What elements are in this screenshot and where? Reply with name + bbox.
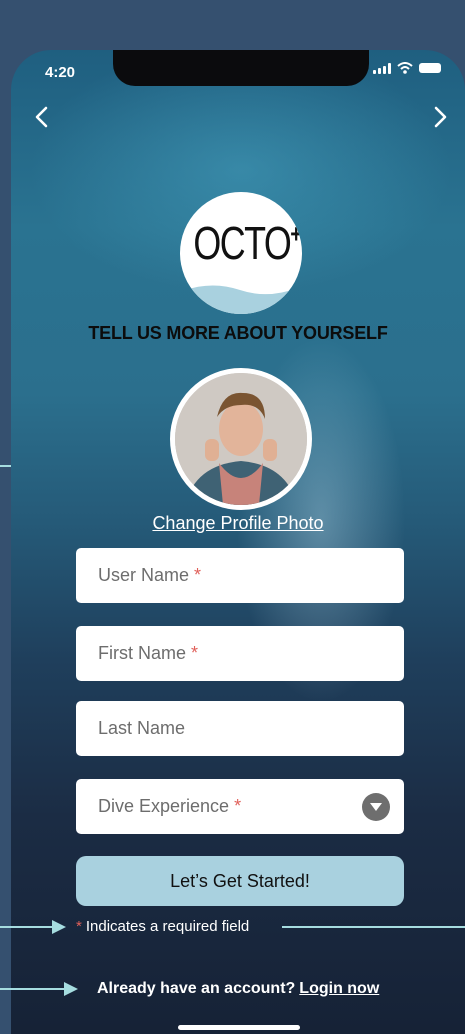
- get-started-button[interactable]: Let’s Get Started!: [76, 856, 404, 906]
- required-note-text: Indicates a required field: [85, 918, 250, 935]
- login-prompt-text: Already have an account?: [97, 980, 296, 997]
- dive-experience-select[interactable]: Dive Experience *: [76, 779, 404, 834]
- login-now-link[interactable]: Login now: [299, 980, 379, 997]
- guide-line-required-right: [282, 926, 465, 928]
- username-field[interactable]: User Name *: [76, 548, 404, 603]
- signal-icon: [373, 62, 391, 74]
- last-name-placeholder: Last Name: [98, 718, 186, 738]
- profile-avatar[interactable]: [170, 368, 312, 510]
- logo-text: OCTO+: [193, 217, 302, 269]
- required-field-note: * Indicates a required field: [76, 918, 249, 935]
- first-name-placeholder: First Name: [98, 643, 187, 663]
- login-prompt: Already have an account? Login now: [97, 980, 379, 998]
- guide-line-login: [0, 988, 66, 990]
- status-time: 4:20: [45, 64, 76, 81]
- change-photo-link[interactable]: Change Profile Photo: [11, 513, 465, 534]
- avatar-image: [175, 373, 307, 505]
- home-indicator: [178, 1025, 300, 1030]
- wifi-icon: [397, 62, 413, 74]
- guide-arrow-required: [52, 920, 66, 934]
- back-icon[interactable]: [31, 105, 55, 129]
- last-name-field[interactable]: Last Name: [76, 701, 404, 756]
- page-heading: TELL US MORE ABOUT YOURSELF: [88, 323, 388, 343]
- required-mark: *: [234, 796, 242, 816]
- first-name-field[interactable]: First Name *: [76, 626, 404, 681]
- dropdown-chevron-icon[interactable]: [362, 793, 390, 821]
- required-mark: *: [194, 565, 202, 585]
- phone-screen: 4:20 OCTO+ TELL US MORE ABOUT YOURSELF C…: [11, 50, 465, 1034]
- octo-logo: OCTO+: [180, 192, 302, 314]
- required-mark: *: [191, 643, 199, 663]
- forward-icon[interactable]: [427, 105, 451, 129]
- username-placeholder: User Name: [98, 565, 190, 585]
- notch: [113, 50, 369, 86]
- guide-line-required-left: [0, 926, 54, 928]
- battery-icon: [419, 63, 441, 73]
- dive-experience-placeholder: Dive Experience: [98, 796, 230, 816]
- guide-arrow-login: [64, 982, 78, 996]
- required-mark: *: [76, 918, 82, 935]
- logo-wave: [180, 285, 302, 314]
- status-icons: [373, 62, 441, 74]
